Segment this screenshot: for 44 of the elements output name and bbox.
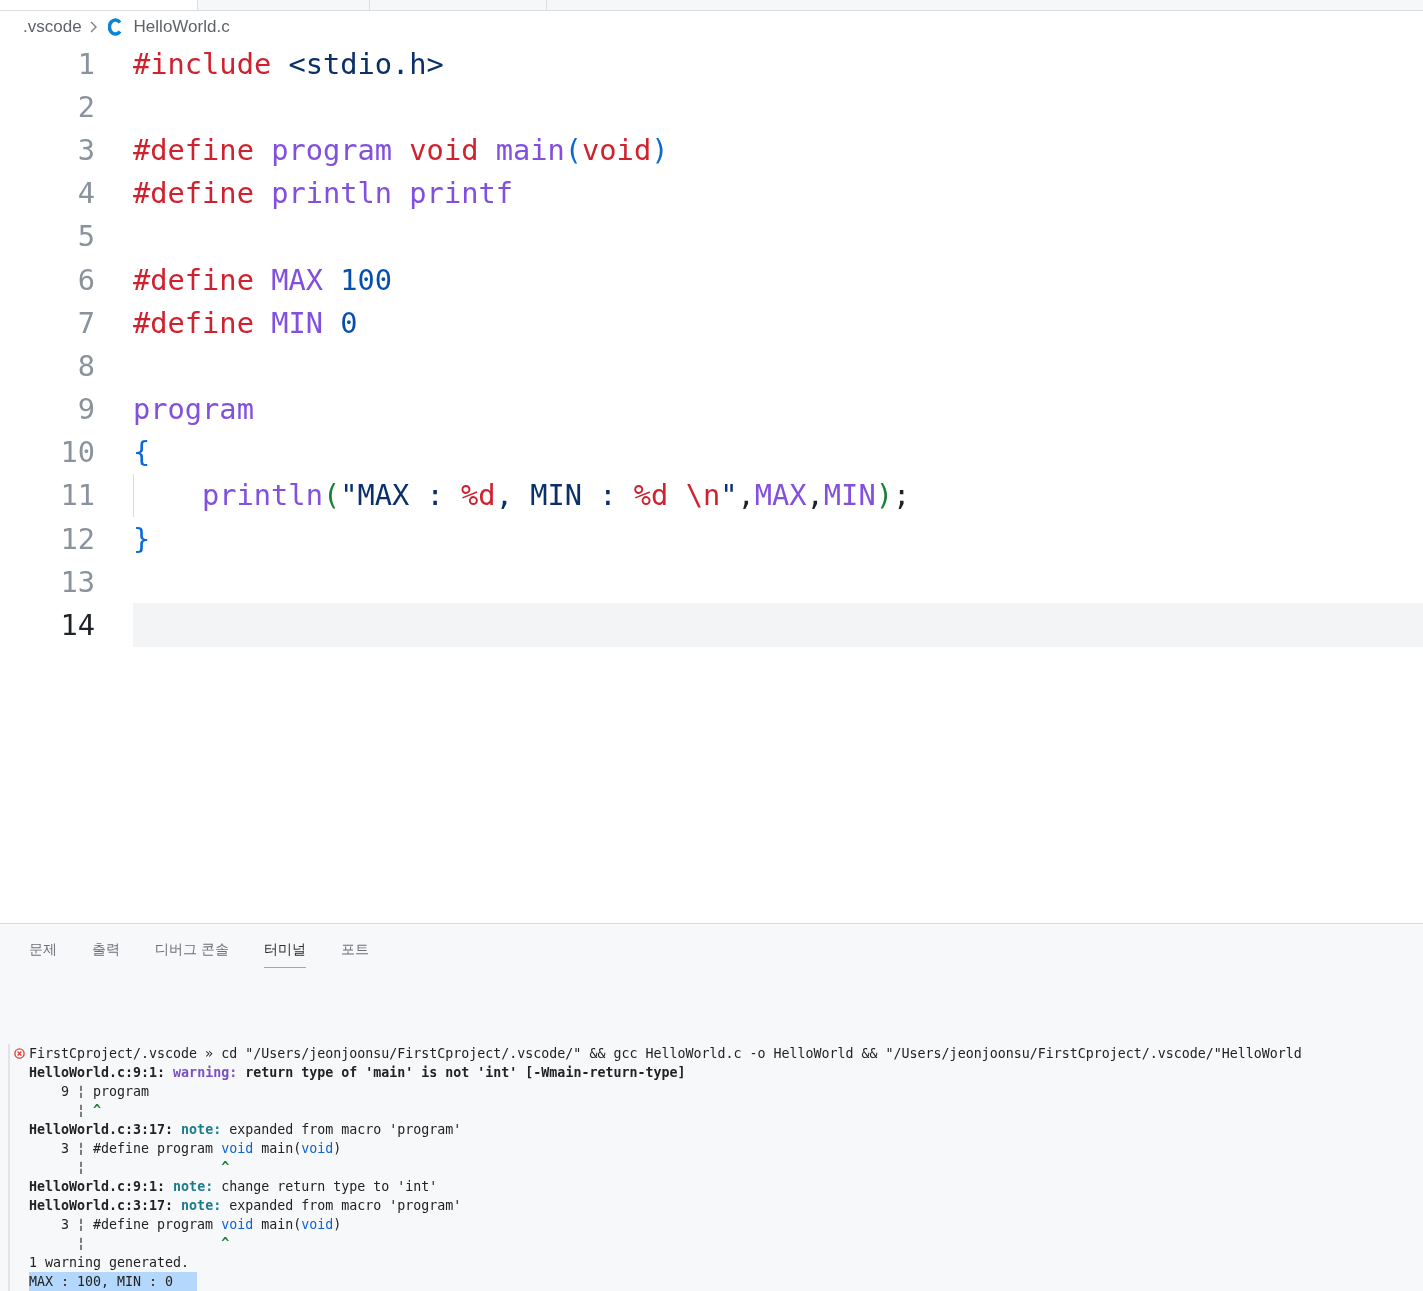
line-number: 14 [59,608,95,643]
panel-tab[interactable]: 포트 [341,939,370,968]
line-number: 1 [76,46,95,81]
code-line: program [133,392,254,427]
terminal-line: ¦ ^ [76,1102,102,1120]
line-number: 11 [59,478,95,513]
breadcrumb-item[interactable]: HelloWorld.c [133,16,230,37]
code-line: #define MAX 100 [133,262,393,297]
terminal-line: 9 ¦ program [60,1083,150,1101]
terminal-line: 3 ¦ #define program void main(void) [60,1216,342,1234]
line-number: 6 [76,262,95,297]
terminal-line: HelloWorld.c:9:1: note: change return type to 'int' [29,1178,438,1196]
line-number: 10 [59,435,95,470]
line-number: 13 [59,564,95,599]
error-icon [14,1048,25,1059]
panel-tab[interactable]: 터미널 [264,939,307,968]
terminal-line: ¦ ^ [76,1235,230,1253]
terminal-line: 3 ¦ #define program void main(void) [60,1140,342,1158]
terminal-line: HelloWorld.c:9:1: warning: return type of 'main' is not 'int' [-Wmain-return-type] [29,1064,686,1082]
line-number: 4 [76,176,95,211]
code-line: #define program void main(void) [133,132,669,167]
line-number: 3 [76,132,95,167]
terminal-line: 1 warning generated. [29,1254,190,1272]
line-number: 9 [76,392,95,427]
code-line: #define MIN 0 [133,305,358,340]
code-line: #define println printf [133,176,513,211]
code-line: { [133,435,151,470]
line-number: 8 [76,348,95,383]
panel-tab[interactable]: 출력 [92,939,120,968]
terminal-line: ¦ ^ [76,1159,230,1177]
line-number: 12 [59,521,95,556]
breadcrumb-item[interactable]: .vscode [23,16,82,37]
panel-tab[interactable]: 문제 [29,939,57,968]
code-line: } [133,521,151,556]
terminal-line: HelloWorld.c:3:17: note: expanded from macro 'program' [29,1197,462,1215]
terminal-line: HelloWorld.c:3:17: note: expanded from macro 'program' [29,1121,462,1139]
line-number: 7 [76,305,95,340]
panel-tab[interactable]: 디버그 콘솔 [155,939,230,968]
line-number: 2 [76,89,95,124]
code-line: println("MAX : %d, MIN : %d \n",MAX,MIN); [202,478,911,513]
terminal-command: FirstCproject/.vscode » cd "/Users/jeonjoonsu/FirstCproject/.vscode/" && gcc HelloWorld.c -o HelloWorld && "/Users/jeonjoonsu/FirstCproject/.vscode/"HelloWorld [29,1045,1302,1063]
c-file-icon [107,17,122,36]
code-line: #include <stdio.h> [133,46,444,81]
line-number: 5 [76,219,95,254]
